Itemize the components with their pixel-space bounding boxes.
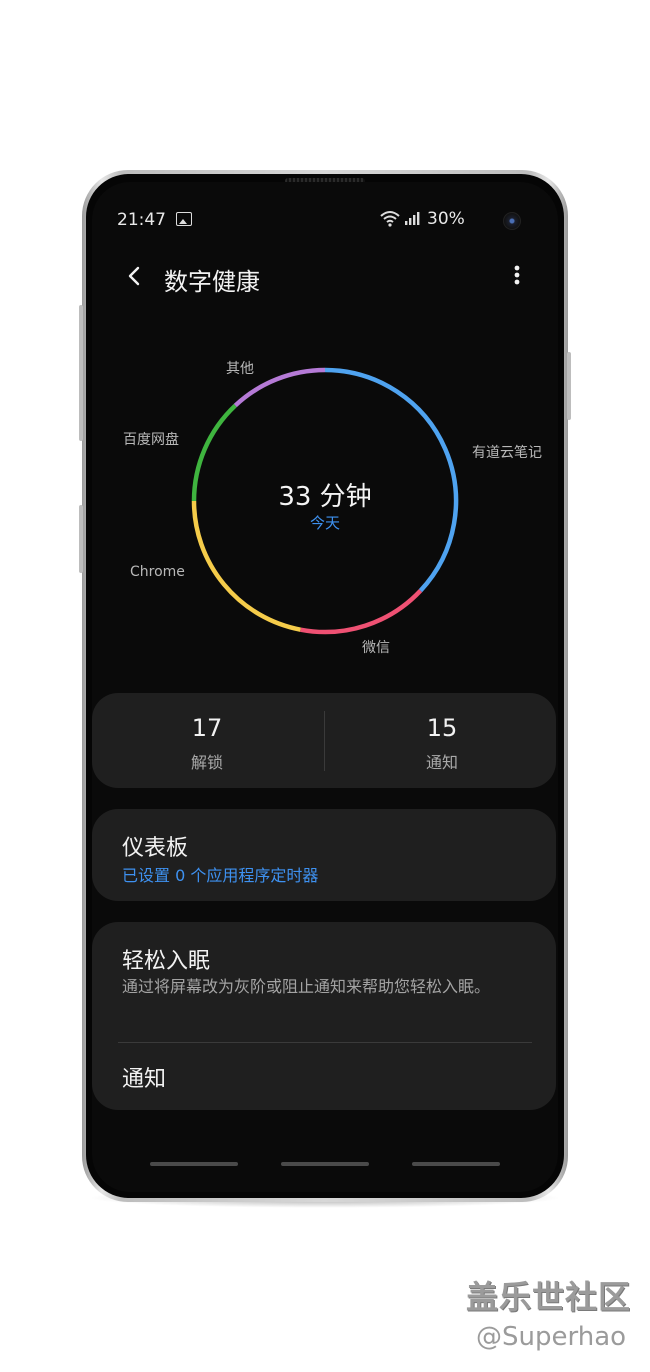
notifications-stat[interactable]: 15 通知 xyxy=(342,693,542,788)
wind-down-title: 轻松入眠 xyxy=(122,949,211,974)
unlocks-stat[interactable]: 17 解锁 xyxy=(107,693,307,788)
legend-label-chrome: Chrome xyxy=(130,564,185,580)
legend-label-youdao-note: 有道云笔记 xyxy=(472,445,542,461)
wind-down-description: 通过将屏幕改为灰阶或阻止通知来帮助您轻松入眠。 xyxy=(122,977,491,996)
stats-divider xyxy=(324,711,325,771)
legend-label-baidu-netdisk: 百度网盘 xyxy=(123,432,179,448)
stats-card: 17 解锁 15 通知 xyxy=(92,693,556,788)
wind-down-item[interactable]: 轻松入眠 通过将屏幕改为灰阶或阻止通知来帮助您轻松入眠。 xyxy=(92,922,556,1040)
wind-down-card: 轻松入眠 通过将屏幕改为灰阶或阻止通知来帮助您轻松入眠。 通知 xyxy=(92,922,556,1110)
power-button xyxy=(567,352,571,420)
nav-hint-back[interactable] xyxy=(412,1162,500,1166)
dashboard-title: 仪表板 xyxy=(122,836,189,861)
notifications-count: 15 xyxy=(426,714,458,742)
volume-button xyxy=(79,305,83,441)
watermark-community: 盖乐世社区 xyxy=(466,1278,632,1316)
notifications-item[interactable]: 通知 xyxy=(92,1043,556,1110)
unlocks-count: 17 xyxy=(191,714,223,742)
notifications-label: 通知 xyxy=(425,753,458,772)
period-label: 今天 xyxy=(309,514,340,532)
screen: 21:47 30% 数字健康 其他 百度网盘 有道云笔记 Chrome 微信 3… xyxy=(92,182,558,1192)
watermark-author: @Superhao xyxy=(476,1322,627,1352)
notifications-item-title: 通知 xyxy=(122,1067,167,1092)
nav-hint-recents[interactable] xyxy=(150,1162,238,1166)
dashboard-subtitle: 已设置 0 个应用程序定时器 xyxy=(122,866,319,885)
total-screen-time: 33 分钟 xyxy=(278,482,372,512)
nav-hint-home[interactable] xyxy=(281,1162,369,1166)
bixby-button xyxy=(79,505,83,573)
legend-label-other: 其他 xyxy=(226,361,254,377)
dashboard-card[interactable]: 仪表板 已设置 0 个应用程序定时器 xyxy=(92,809,556,901)
unlocks-label: 解锁 xyxy=(190,753,223,772)
donut-segment-1[interactable] xyxy=(300,589,423,635)
legend-label-wechat: 微信 xyxy=(362,640,390,656)
